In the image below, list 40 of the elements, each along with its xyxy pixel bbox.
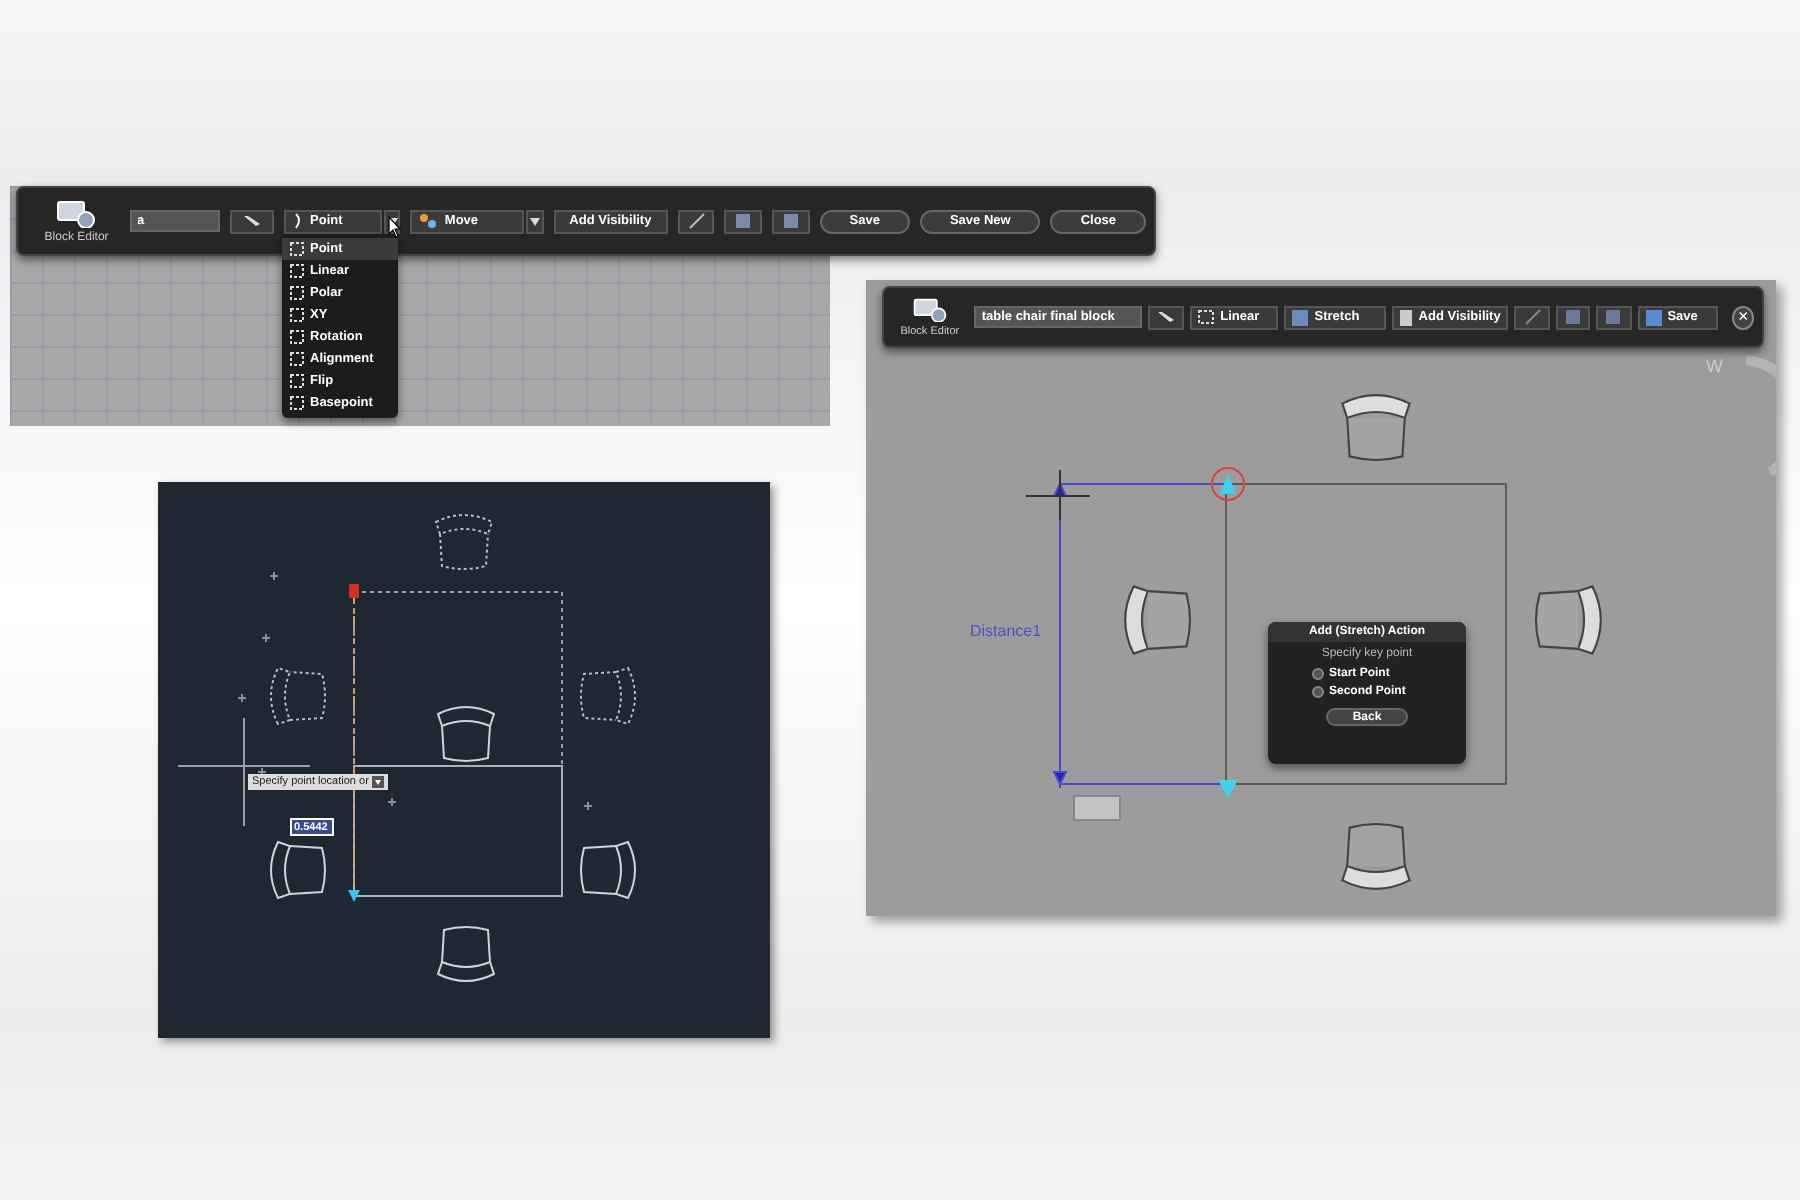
point-marker — [583, 801, 593, 811]
grip-marker[interactable] — [348, 890, 360, 902]
chair-drawing — [1341, 394, 1411, 462]
tool-button[interactable] — [1147, 305, 1185, 329]
point-marker — [237, 693, 247, 703]
pen-icon — [1156, 309, 1176, 325]
point-marker — [387, 797, 397, 807]
chair-drawing — [580, 667, 636, 725]
grip-marker[interactable] — [1211, 467, 1245, 501]
chair-drawing — [1124, 585, 1192, 655]
crosshair-cursor — [1025, 469, 1091, 521]
chair-drawing — [270, 667, 326, 725]
block-editor-icon[interactable] — [56, 199, 97, 227]
point-marker — [261, 633, 271, 643]
chair-drawing — [1534, 585, 1602, 655]
caret-icon — [372, 776, 385, 788]
chair-drawing — [437, 706, 495, 762]
radio-button[interactable] — [1311, 686, 1323, 698]
slash-icon — [1523, 308, 1542, 326]
point-marker — [269, 571, 279, 581]
dimension-label: Distance1 — [970, 622, 1042, 640]
tool-button[interactable] — [677, 209, 715, 233]
chair-drawing — [1341, 822, 1411, 890]
cursor-icon — [388, 216, 402, 238]
dropdown-arrow-button[interactable] — [525, 209, 544, 233]
linear-icon — [1198, 310, 1215, 324]
chair-drawing — [270, 841, 326, 899]
tool-button[interactable] — [229, 209, 275, 233]
pen-icon — [241, 213, 262, 229]
block-editor-icon[interactable] — [911, 297, 948, 321]
radio-button[interactable] — [1311, 668, 1323, 680]
chair-drawing — [435, 514, 493, 570]
slash-icon — [687, 212, 706, 230]
grip-toolbar[interactable] — [1073, 795, 1121, 821]
grip-marker[interactable] — [1218, 780, 1238, 798]
grip-marker[interactable] — [349, 584, 359, 598]
chair-drawing — [580, 841, 636, 899]
caret-icon — [529, 217, 540, 225]
close-button[interactable]: × — [1732, 305, 1754, 329]
chair-drawing — [437, 926, 495, 982]
